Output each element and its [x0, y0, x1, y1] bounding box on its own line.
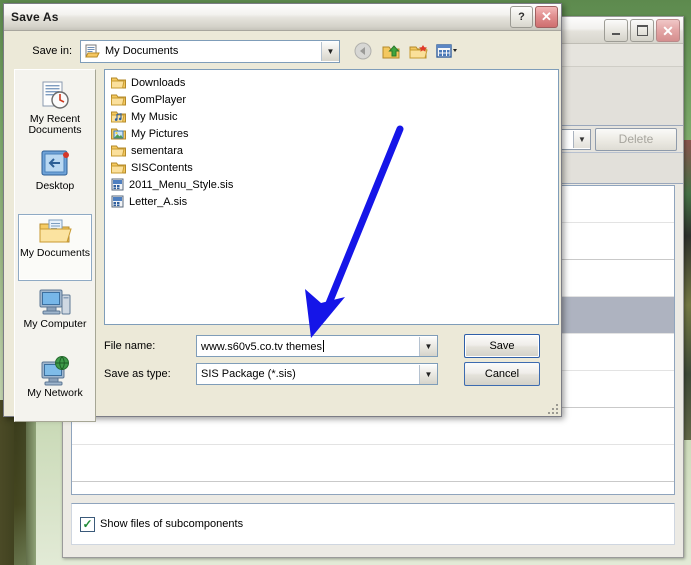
- cancel-button-wrap: Cancel: [464, 362, 540, 386]
- pictures-folder-icon: [111, 128, 126, 140]
- resize-grip[interactable]: [546, 402, 558, 414]
- close-button[interactable]: ✕: [535, 6, 558, 28]
- sidebar-item-desktop[interactable]: Desktop: [18, 145, 92, 212]
- close-button[interactable]: ✕: [656, 19, 680, 42]
- file-name-label: My Pictures: [131, 127, 189, 140]
- desktop-icon: [41, 150, 69, 176]
- show-subcomponents-checkbox[interactable]: ✓: [80, 516, 95, 532]
- wallpaper-foreground-right: [683, 140, 691, 440]
- save-in-value-wrap: My Documents: [81, 44, 321, 58]
- checkmark-icon: ✓: [82, 517, 93, 531]
- views-icon[interactable]: [436, 41, 458, 62]
- sidebar-item-label: My Documents: [19, 247, 91, 259]
- help-button[interactable]: ?: [510, 6, 533, 28]
- chevron-down-icon[interactable]: ▼: [321, 41, 339, 61]
- file-name-label: GomPlayer: [131, 93, 187, 106]
- my-documents-icon: [39, 219, 72, 243]
- file-name-input[interactable]: www.s60v5.co.tv themes ▼: [196, 335, 438, 357]
- file-name-label: SISContents: [131, 161, 193, 174]
- back-icon[interactable]: [352, 41, 374, 62]
- list-item[interactable]: SISContents: [109, 159, 558, 176]
- save-as-type-select[interactable]: SIS Package (*.sis) ▼: [196, 363, 438, 385]
- list-item[interactable]: GomPlayer: [109, 91, 558, 108]
- file-name-label: sementara: [131, 144, 183, 157]
- my-recent-documents-icon: [42, 81, 69, 109]
- my-documents-folder-icon: [85, 44, 100, 58]
- chevron-down-icon[interactable]: ▼: [419, 364, 437, 384]
- chevron-down-icon[interactable]: ▼: [419, 336, 437, 356]
- sidebar-item-label: My Recent Documents: [28, 113, 82, 136]
- save-in-combo[interactable]: My Documents ▼: [80, 39, 340, 63]
- new-folder-icon[interactable]: [408, 41, 430, 62]
- folder-icon: [111, 77, 126, 89]
- file-name-label: Downloads: [131, 76, 186, 89]
- subcomponents-checkbox-row[interactable]: ✓ Show files of subcomponents: [71, 503, 675, 545]
- folder-icon: [111, 145, 126, 157]
- sidebar-item-label: My Computer: [23, 318, 87, 330]
- list-item[interactable]: Downloads: [109, 74, 558, 91]
- save-in-value: My Documents: [105, 45, 179, 57]
- save-as-dialog[interactable]: Save As ? ✕ Save in: My Documents ▼ My R…: [3, 3, 562, 422]
- dialog-title-buttons: ? ✕: [510, 6, 558, 28]
- delete-button[interactable]: Delete: [595, 127, 677, 151]
- folder-icon: [111, 162, 126, 174]
- file-name-row: File name: www.s60v5.co.tv themes ▼ Save: [104, 334, 551, 358]
- show-subcomponents-label: Show files of subcomponents: [100, 518, 244, 530]
- file-list[interactable]: Downloads GomPlayer My Music My Pictures…: [104, 69, 559, 325]
- list-item[interactable]: Letter_A.sis: [109, 193, 558, 210]
- close-icon: ✕: [662, 22, 674, 39]
- folder-icon: [111, 94, 126, 106]
- maximize-icon: [631, 20, 653, 41]
- my-network-icon: [41, 356, 69, 386]
- sis-file-icon: [111, 178, 124, 191]
- dialog-toolbar: [352, 41, 458, 62]
- music-folder-icon: [111, 111, 126, 123]
- list-item[interactable]: My Music: [109, 108, 558, 125]
- dialog-titlebar[interactable]: Save As ? ✕: [4, 4, 561, 31]
- save-as-type-label: Save as type:: [104, 368, 171, 380]
- sidebar-item-my-recent-documents[interactable]: My Recent Documents: [18, 76, 92, 143]
- save-in-label: Save in:: [32, 45, 72, 57]
- sidebar-item-my-documents[interactable]: My Documents: [18, 214, 92, 281]
- my-computer-icon: [39, 289, 71, 315]
- save-button-wrap: Save: [464, 334, 540, 358]
- chevron-down-icon[interactable]: ▼: [573, 130, 590, 148]
- text-cursor: [323, 339, 325, 352]
- file-name-label: My Music: [131, 110, 178, 123]
- save-in-row: Save in: My Documents ▼: [14, 39, 551, 63]
- places-bar[interactable]: My Recent Documents Desktop My Documents…: [14, 69, 96, 422]
- sis-file-icon: [111, 195, 124, 208]
- list-item[interactable]: 2011_Menu_Style.sis: [109, 176, 558, 193]
- background-window-buttons: ✕: [604, 19, 680, 42]
- up-one-level-icon[interactable]: [380, 41, 402, 62]
- dialog-title: Save As: [11, 10, 59, 24]
- sidebar-item-my-computer[interactable]: My Computer: [18, 283, 92, 350]
- sidebar-item-my-network[interactable]: My Network: [18, 352, 92, 419]
- minimize-icon: [605, 20, 627, 41]
- save-button[interactable]: Save: [464, 334, 540, 358]
- wallpaper-foreground-left-detail: [14, 415, 26, 565]
- screen: ✕ ▼ Delete ✓ Show files of subcomponents…: [0, 0, 691, 565]
- cancel-button[interactable]: Cancel: [464, 362, 540, 386]
- sidebar-item-label: My Network: [27, 387, 83, 399]
- dialog-body: Save in: My Documents ▼ My Recent Docume…: [4, 31, 561, 422]
- minimize-button[interactable]: [604, 19, 628, 42]
- list-item[interactable]: My Pictures: [109, 125, 558, 142]
- save-as-type-value: SIS Package (*.sis): [201, 368, 296, 380]
- save-as-type-row: Save as type: SIS Package (*.sis) ▼ Canc…: [104, 362, 551, 386]
- file-name-value[interactable]: www.s60v5.co.tv themes: [197, 339, 419, 353]
- maximize-button[interactable]: [630, 19, 654, 42]
- sidebar-item-label: Desktop: [35, 180, 75, 192]
- dialog-fields: File name: www.s60v5.co.tv themes ▼ Save…: [104, 334, 551, 386]
- list-item[interactable]: sementara: [109, 142, 558, 159]
- list-item[interactable]: [72, 445, 674, 482]
- file-name-label: Letter_A.sis: [129, 195, 188, 208]
- file-name-label: File name:: [104, 340, 156, 352]
- file-name-label: 2011_Menu_Style.sis: [129, 178, 234, 191]
